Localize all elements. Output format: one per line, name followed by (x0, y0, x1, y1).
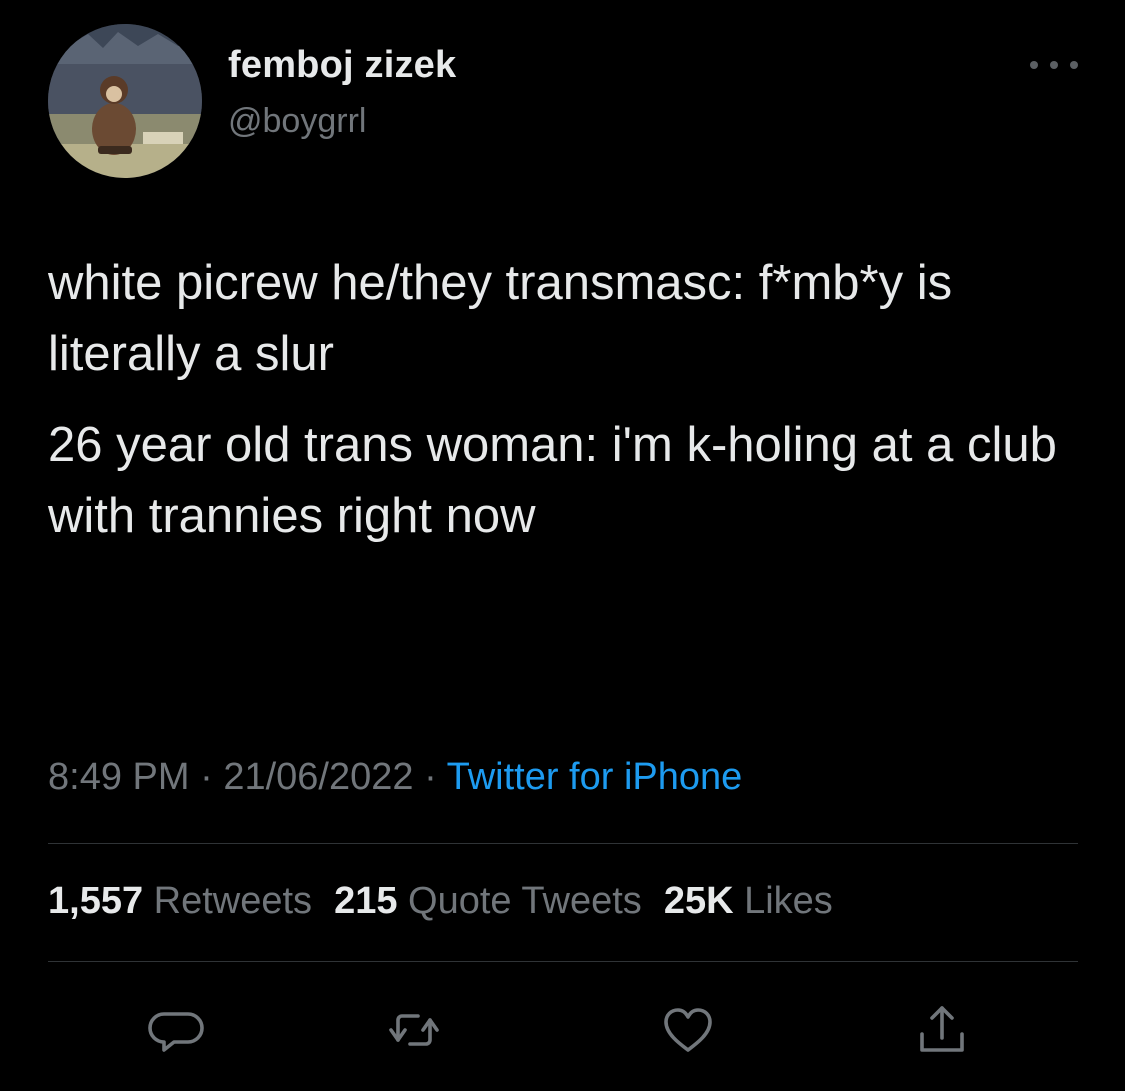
avatar[interactable] (48, 24, 202, 178)
tweet-card: femboj zizek @boygrrl white picrew he/th… (0, 0, 1125, 1091)
tweet-date[interactable]: 21/06/2022 (223, 756, 413, 798)
retweets-label: Retweets (153, 880, 313, 922)
tweet-time[interactable]: 8:49 PM (48, 756, 190, 798)
likes-count: 25K (663, 880, 734, 922)
divider (48, 843, 1078, 844)
tweet-paragraph: 26 year old trans woman: i'm k-holing at… (48, 418, 1057, 543)
likes-stat[interactable]: 25K Likes (664, 880, 833, 922)
tweet-source-link[interactable]: Twitter for iPhone (447, 756, 743, 798)
retweets-count: 1,557 (48, 880, 144, 922)
meta-separator: · (200, 756, 213, 798)
display-name[interactable]: femboj zizek (228, 44, 456, 87)
quote-tweets-label: Quote Tweets (408, 880, 642, 922)
action-bar (0, 1000, 1125, 1060)
retweets-stat[interactable]: 1,557 Retweets (48, 880, 312, 922)
quote-tweets-count: 215 (334, 880, 398, 922)
retweet-icon[interactable] (384, 1000, 444, 1060)
quote-tweets-stat[interactable]: 215 Quote Tweets (334, 880, 642, 922)
tweet-paragraph: white picrew he/they transmasc: f*mb*y i… (48, 256, 953, 381)
reply-icon[interactable] (146, 1000, 206, 1060)
likes-label: Likes (744, 880, 833, 922)
tweet-meta: 8:49 PM · 21/06/2022 · Twitter for iPhon… (48, 756, 742, 799)
tweet-stats: 1,557 Retweets 215 Quote Tweets 25K Likes (48, 880, 833, 923)
tweet-text: white picrew he/they transmasc: f*mb*y i… (48, 248, 1088, 552)
user-handle[interactable]: @boygrrl (228, 102, 366, 141)
divider (48, 961, 1078, 962)
share-icon[interactable] (912, 1000, 972, 1060)
more-horizontal-icon[interactable] (1030, 50, 1078, 80)
like-icon[interactable] (658, 1000, 718, 1060)
meta-separator: · (424, 756, 437, 798)
